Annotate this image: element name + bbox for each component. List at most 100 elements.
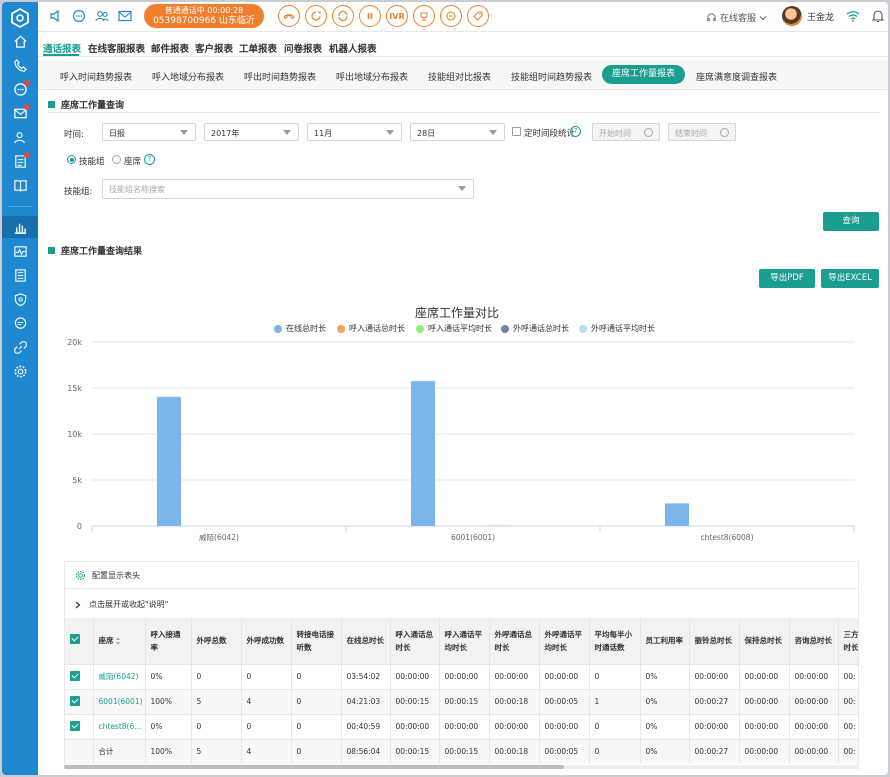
bar-0-2[interactable] — [665, 503, 689, 526]
hangup-button[interactable] — [278, 5, 300, 27]
satisfaction-button[interactable] — [413, 5, 435, 27]
agent-name-cell[interactable]: chtest8(6... — [93, 713, 146, 739]
table-total-row[interactable]: 合计 100% 5 4 0 08:56:04 00:00:15 00:00:15 00:00:1… — [65, 738, 858, 764]
end-time-input[interactable]: 结束时间 — [668, 123, 736, 141]
row-checkbox[interactable] — [70, 720, 80, 731]
column-header[interactable]: 外呼成功数 — [241, 618, 292, 664]
column-header[interactable]: 座席 — [93, 618, 146, 664]
tab-customer-report[interactable]: 客户报表 — [195, 41, 233, 55]
column-header[interactable]: 呼入通话平均时长 — [439, 618, 490, 664]
table-row[interactable]: 威陌(6042) 0% 0 0 0 03:54:02 00:00:00 00:00:00 00:… — [65, 663, 858, 689]
book-icon[interactable] — [2, 174, 38, 196]
column-header[interactable]: 外呼通话平均时长 — [539, 618, 590, 664]
column-header[interactable]: 平均每半小时通话数 — [589, 618, 641, 664]
row-checkbox-cell[interactable] — [65, 713, 94, 739]
ticket-icon[interactable] — [2, 150, 38, 172]
bar-0-1[interactable] — [411, 381, 435, 526]
agent-status-dropdown[interactable]: 在线客服 — [706, 11, 767, 24]
call-status-pill[interactable]: 普通通话中 00:00:28 05398700966 山东临沂 — [144, 4, 264, 28]
shield-icon[interactable] — [2, 288, 38, 310]
subtab-inbound-region[interactable]: 呼入地域分布报表 — [152, 70, 224, 83]
column-header[interactable]: 呼入通话总时长 — [390, 618, 440, 664]
expand-notes-toggle[interactable]: 点击展开或收起"说明" — [75, 599, 168, 610]
consult-button[interactable] — [332, 5, 354, 27]
skill-group-search[interactable]: 技能组名称搜索 — [102, 179, 474, 199]
configure-columns-button[interactable]: 配置显示表头 — [75, 570, 140, 581]
column-header[interactable]: 外呼总数 — [191, 618, 242, 664]
chat-bubble-icon[interactable] — [71, 8, 87, 24]
table-cell: 0% — [145, 713, 192, 739]
hold-button[interactable] — [359, 5, 381, 27]
tab-ticket-report[interactable]: 工单报表 — [239, 41, 277, 55]
day-select[interactable]: 28日 — [410, 123, 505, 141]
table-row[interactable]: chtest8(6... 0% 0 0 0 00:40:59 00:00:00 00:00:0… — [65, 713, 858, 739]
agent-name-cell[interactable]: 6001(6001) — [93, 688, 146, 714]
column-header[interactable]: 转接电话接听数 — [291, 618, 342, 664]
report-icon[interactable] — [2, 216, 38, 238]
column-header[interactable]: 外呼通话总时长 — [489, 618, 540, 664]
message-bubble-icon — [446, 11, 456, 21]
month-select[interactable]: 11月 — [307, 123, 402, 141]
message-icon[interactable] — [2, 312, 38, 334]
horizontal-scrollbar[interactable] — [64, 765, 859, 769]
row-checkbox-cell[interactable] — [65, 663, 94, 689]
select-all-checkbox[interactable] — [65, 618, 94, 664]
skill-group-radio[interactable] — [67, 155, 76, 164]
time-range-checkbox[interactable] — [512, 127, 521, 136]
help-icon[interactable]: ? — [570, 126, 581, 137]
row-checkbox[interactable] — [70, 695, 80, 706]
help-icon[interactable]: ? — [144, 154, 155, 165]
year-select[interactable]: 2017年 — [204, 123, 299, 141]
scrollbar-thumb[interactable] — [64, 765, 564, 769]
speaker-icon[interactable] — [48, 8, 64, 24]
agent-radio[interactable] — [112, 155, 121, 164]
column-header[interactable]: 振铃总时长 — [689, 618, 740, 664]
list-icon[interactable] — [2, 264, 38, 286]
contacts-icon[interactable] — [2, 126, 38, 148]
tab-robot-report[interactable]: 机器人报表 — [329, 41, 377, 55]
subtab-skill-group-trend[interactable]: 技能组时间趋势报表 — [511, 70, 592, 83]
envelope-icon[interactable] — [117, 8, 133, 24]
subtab-inbound-time-trend[interactable]: 呼入时间趋势报表 — [60, 70, 132, 83]
home-icon[interactable] — [2, 30, 38, 52]
column-header[interactable]: 呼入接通率 — [145, 618, 192, 664]
tab-survey-report[interactable]: 问卷报表 — [284, 41, 322, 55]
start-time-input[interactable]: 开始时间 — [592, 123, 660, 141]
chat-icon[interactable] — [2, 78, 38, 100]
subtab-skill-group-compare[interactable]: 技能组对比报表 — [428, 70, 491, 83]
users-icon[interactable] — [94, 8, 110, 24]
column-header[interactable]: 保持总时长 — [739, 618, 790, 664]
tab-call-report[interactable]: 通话报表 — [43, 41, 81, 55]
column-header[interactable]: 员工利用率 — [640, 618, 690, 664]
mail-icon[interactable] — [2, 102, 38, 124]
table-row[interactable]: 6001(6001) 100% 5 4 0 04:21:03 00:00:15 00:00:1… — [65, 688, 858, 714]
search-button[interactable]: 查询 — [823, 212, 879, 231]
agent-name-cell[interactable]: 威陌(6042) — [93, 663, 146, 689]
headset-icon — [707, 13, 716, 22]
table-cell: 08:56:04 — [341, 738, 391, 764]
phone-icon[interactable] — [2, 54, 38, 76]
message-button[interactable] — [440, 5, 462, 27]
column-header[interactable]: 咨询总时长 — [789, 618, 839, 664]
row-checkbox[interactable] — [70, 670, 80, 681]
ivr-button[interactable]: IVR — [386, 5, 408, 27]
subtab-agent-workload[interactable]: 座席工作量报表 — [602, 65, 686, 84]
bell-icon[interactable] — [872, 9, 884, 23]
user-profile[interactable]: 王金龙 — [782, 6, 834, 26]
subtab-agent-satisfaction[interactable]: 座席满意度调查报表 — [696, 70, 777, 83]
column-header[interactable]: 三方通话时长 — [838, 618, 858, 664]
tag-button[interactable] — [467, 5, 489, 27]
sort-icon[interactable] — [115, 636, 121, 646]
transfer-button[interactable] — [305, 5, 327, 27]
row-checkbox-cell[interactable] — [65, 688, 94, 714]
tab-online-service-report[interactable]: 在线客服报表 — [88, 41, 145, 55]
column-header[interactable]: 在线总时长 — [341, 618, 391, 664]
subtab-outbound-time-trend[interactable]: 呼出时间趋势报表 — [244, 70, 316, 83]
tab-email-report[interactable]: 邮件报表 — [151, 41, 189, 55]
monitor-icon[interactable] — [2, 240, 38, 262]
period-select[interactable]: 日报 — [102, 123, 196, 141]
export-pdf-button[interactable]: 导出PDF — [759, 269, 815, 288]
subtab-outbound-region[interactable]: 呼出地域分布报表 — [336, 70, 408, 83]
export-excel-button[interactable]: 导出EXCEL — [821, 269, 879, 288]
bar-0-0[interactable] — [157, 396, 181, 526]
